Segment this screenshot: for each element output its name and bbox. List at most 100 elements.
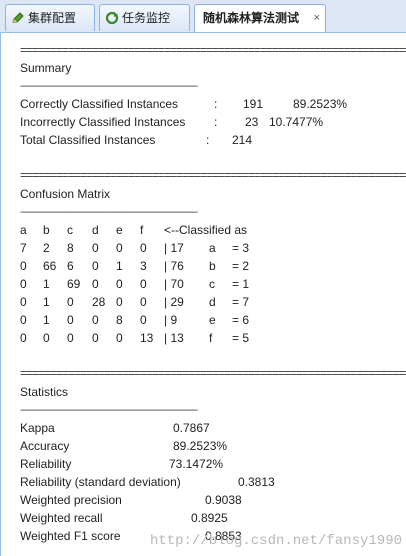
refresh-icon [105,11,119,25]
tab-label: 任务监控 [122,11,171,25]
stat-label: Reliability [20,457,72,471]
matrix-cell: 0 [92,277,99,291]
matrix-col-header: c [67,223,73,237]
matrix-cell: 0 [116,295,123,309]
matrix-col-header: b [43,223,50,237]
stat-value: 0.3813 [238,475,275,489]
matrix-cell: 8 [116,313,123,327]
stat-label: Kappa [20,421,55,435]
summary-label: Correctly Classified Instances [20,97,179,111]
matrix-cell: 0 [140,241,147,255]
matrix-cell: 0 [20,259,27,273]
matrix-cell: 8 [67,241,74,255]
classified-as-label: <--Classified as [164,223,248,237]
row-total: | 17 [164,241,184,255]
watermark: http://blog.csdn.net/fansy1990 [149,533,402,549]
stat-label: Weighted recall [20,511,103,525]
matrix-cell: 28 [92,295,106,309]
stat-value: 89.2523% [173,439,228,453]
matrix-cell: 7 [20,241,27,255]
class-index: = 2 [232,259,250,273]
stat-label: Weighted precision [20,493,122,507]
summary-sep: : [206,133,210,147]
class-label: b [209,259,216,273]
row-total: | 29 [164,295,184,309]
matrix-cell: 0 [92,331,99,345]
row-total: | 76 [164,259,184,273]
row-total: | 13 [164,331,184,345]
close-icon[interactable]: × [314,5,320,32]
matrix-cell: 0 [92,313,99,327]
class-label: a [209,241,216,255]
tab-cluster-config[interactable]: 集群配置 [5,4,95,31]
matrix-cell: 0 [20,313,27,327]
stat-value: 0.7867 [173,421,210,435]
report-panel: ========================================… [0,33,406,556]
stat-value: 0.8925 [191,511,228,525]
class-index: = 5 [232,331,250,345]
matrix-cell: 1 [43,295,50,309]
separator-line: ========================================… [20,367,406,379]
statistics-heading: Statistics [20,385,69,399]
matrix-col-header: e [116,223,123,237]
matrix-cell: 1 [116,259,123,273]
matrix-cell: 69 [67,277,81,291]
stat-label: Reliability (standard deviation) [20,475,181,489]
separator-line: ========================================… [20,169,406,181]
matrix-cell: 0 [116,277,123,291]
matrix-cell: 0 [116,241,123,255]
tab-bar: 集群配置 任务监控 随机森林算法测试 × [0,0,406,33]
separator-line: ----------------------------------------… [20,208,198,218]
stat-value: 73.1472% [169,457,224,471]
summary-count: 23 [245,115,259,129]
summary-count: 214 [232,133,253,147]
tab-label: 集群配置 [28,11,77,25]
stat-label: Accuracy [20,439,70,453]
matrix-cell: 6 [67,259,74,273]
matrix-cell: 0 [92,241,99,255]
matrix-cell: 1 [43,313,50,327]
matrix-col-header: f [140,223,144,237]
separator-line: ----------------------------------------… [20,82,198,92]
class-index: = 1 [232,277,250,291]
tab-task-monitor[interactable]: 任务监控 [99,4,190,31]
matrix-cell: 0 [67,331,74,345]
matrix-cell: 0 [116,331,123,345]
matrix-cell: 0 [20,331,27,345]
summary-count: 191 [243,97,264,111]
matrix-cell: 3 [140,259,147,273]
row-total: | 70 [164,277,184,291]
matrix-cell: 0 [20,277,27,291]
class-index: = 3 [232,241,250,255]
matrix-cell: 0 [140,313,147,327]
matrix-cell: 0 [20,295,27,309]
pencil-icon [12,12,24,23]
matrix-cell: 1 [43,277,50,291]
class-label: c [209,277,215,291]
confusion-heading: Confusion Matrix [20,187,111,201]
summary-heading: Summary [20,61,72,75]
class-label: f [209,331,213,345]
tab-label: 随机森林算法测试 [203,11,300,25]
matrix-cell: 0 [92,259,99,273]
matrix-cell: 0 [67,295,74,309]
summary-sep: : [214,97,218,111]
tab-random-forest-test[interactable]: 随机森林算法测试 × [194,4,326,32]
stat-value: 0.9038 [205,493,242,507]
matrix-cell: 0 [140,295,147,309]
stat-label: Weighted F1 score [20,529,121,543]
matrix-col-header: d [92,223,99,237]
summary-label: Incorrectly Classified Instances [20,115,186,129]
separator-line: ----------------------------------------… [20,406,198,416]
summary-label: Total Classified Instances [20,133,156,147]
class-label: e [209,313,216,327]
matrix-cell: 0 [43,331,50,345]
summary-pct: 89.2523% [293,97,348,111]
summary-sep: : [214,115,218,129]
matrix-cell: 13 [140,331,154,345]
summary-pct: 10.7477% [269,115,324,129]
matrix-cell: 0 [67,313,74,327]
class-index: = 7 [232,295,250,309]
matrix-cell: 0 [140,277,147,291]
class-label: d [209,295,216,309]
